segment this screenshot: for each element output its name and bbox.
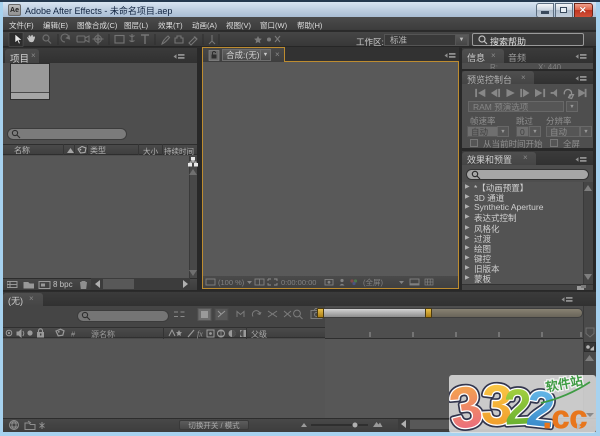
- svg-text:#: #: [71, 330, 76, 339]
- svg-text:0:00:00:00: 0:00:00:00: [281, 278, 316, 287]
- svg-text:fx: fx: [197, 330, 203, 339]
- svg-text:(100 %): (100 %): [218, 278, 245, 287]
- svg-text:.cc: .cc: [543, 399, 587, 433]
- svg-text:软件站: 软件站: [544, 375, 584, 395]
- svg-text:(全屏): (全屏): [363, 277, 383, 287]
